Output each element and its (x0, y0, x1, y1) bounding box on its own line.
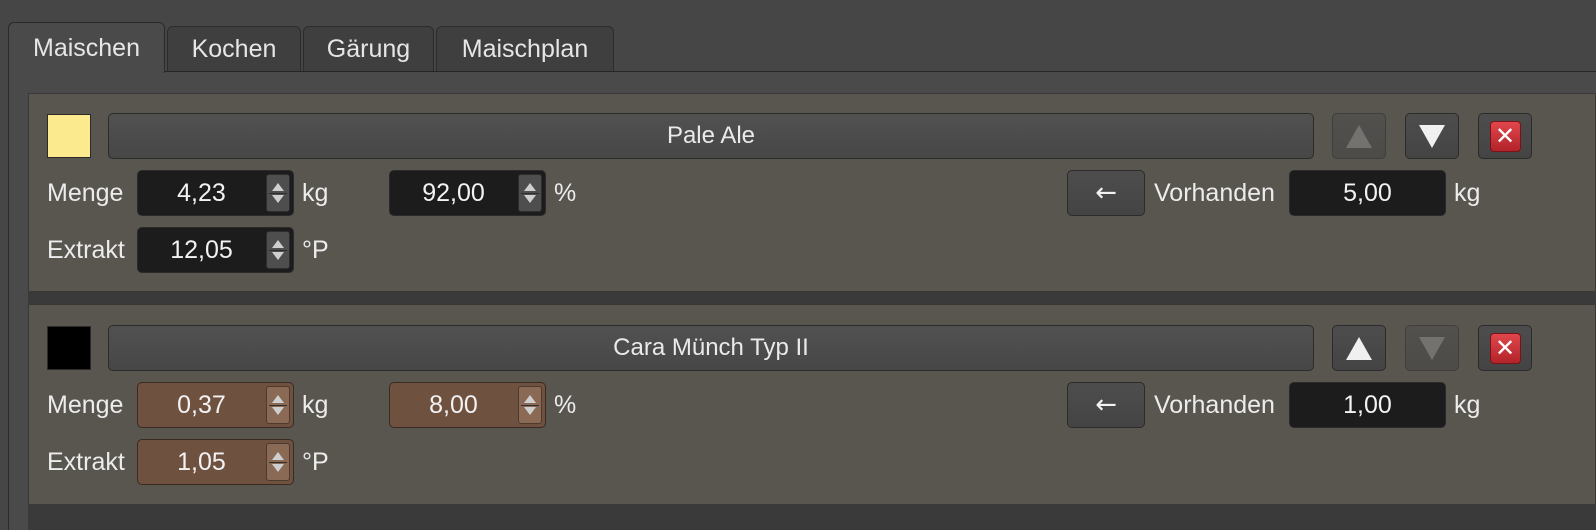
menge-spinbox[interactable]: 4,23 (137, 170, 294, 216)
percent-value: 8,00 (429, 390, 478, 419)
menge-label: Menge (47, 390, 124, 419)
vorhanden-unit: kg (1454, 178, 1481, 207)
move-up-button[interactable] (1332, 113, 1386, 159)
spin-arrows[interactable] (266, 443, 290, 481)
percent-spinbox[interactable]: 92,00 (389, 170, 546, 216)
spin-arrows[interactable] (518, 174, 542, 212)
ingredient-name-button[interactable]: Pale Ale (108, 113, 1314, 159)
menge-unit: kg (302, 390, 329, 419)
arrow-left-icon: ← (1095, 390, 1117, 420)
vorhanden-label: Vorhanden (1154, 390, 1275, 419)
extrakt-value: 12,05 (170, 235, 233, 264)
percent-unit: % (554, 390, 577, 419)
panel-separator (28, 292, 1596, 304)
arrow-up-icon (1346, 336, 1372, 360)
vorhanden-unit: kg (1454, 390, 1481, 419)
menge-unit: kg (302, 178, 329, 207)
delete-button[interactable]: ✕ (1478, 325, 1532, 371)
extrakt-unit: °P (302, 235, 329, 264)
menge-value: 0,37 (177, 390, 226, 419)
tab-maischplan[interactable]: Maischplan (436, 26, 614, 72)
delete-button[interactable]: ✕ (1478, 113, 1532, 159)
tab-maischen[interactable]: Maischen (8, 22, 165, 73)
extrakt-spinbox[interactable]: 12,05 (137, 227, 294, 273)
arrow-up-icon (1346, 124, 1372, 148)
vorhanden-field[interactable]: 5,00 (1289, 170, 1446, 216)
tab-bar: Maischen Kochen Gärung Maischplan (8, 22, 1596, 73)
arrow-left-icon: ← (1095, 178, 1117, 208)
arrow-down-icon (1419, 124, 1445, 148)
color-swatch (47, 114, 91, 158)
tab-gaerung[interactable]: Gärung (303, 26, 434, 72)
spin-arrows[interactable] (518, 386, 542, 424)
menge-value: 4,23 (177, 178, 226, 207)
extrakt-unit: °P (302, 447, 329, 476)
panel-separator (28, 505, 1596, 530)
move-down-button[interactable] (1405, 325, 1459, 371)
vorhanden-label: Vorhanden (1154, 178, 1275, 207)
vorhanden-field[interactable]: 1,00 (1289, 382, 1446, 428)
close-icon: ✕ (1489, 332, 1521, 364)
percent-value: 92,00 (422, 178, 485, 207)
extrakt-label: Extrakt (47, 447, 125, 476)
menge-spinbox[interactable]: 0,37 (137, 382, 294, 428)
arrow-down-icon (1419, 336, 1445, 360)
spin-arrows[interactable] (266, 174, 290, 212)
percent-unit: % (554, 178, 577, 207)
extrakt-label: Extrakt (47, 235, 125, 264)
transfer-button[interactable]: ← (1067, 170, 1145, 216)
extrakt-value: 1,05 (177, 447, 226, 476)
transfer-button[interactable]: ← (1067, 382, 1145, 428)
extrakt-spinbox[interactable]: 1,05 (137, 439, 294, 485)
percent-spinbox[interactable]: 8,00 (389, 382, 546, 428)
tab-kochen[interactable]: Kochen (167, 26, 301, 72)
color-swatch (47, 326, 91, 370)
move-up-button[interactable] (1332, 325, 1386, 371)
menge-label: Menge (47, 178, 124, 207)
spin-arrows[interactable] (266, 386, 290, 424)
ingredient-name-button[interactable]: Cara Münch Typ II (108, 325, 1314, 371)
spin-arrows[interactable] (266, 231, 290, 269)
close-icon: ✕ (1489, 120, 1521, 152)
move-down-button[interactable] (1405, 113, 1459, 159)
